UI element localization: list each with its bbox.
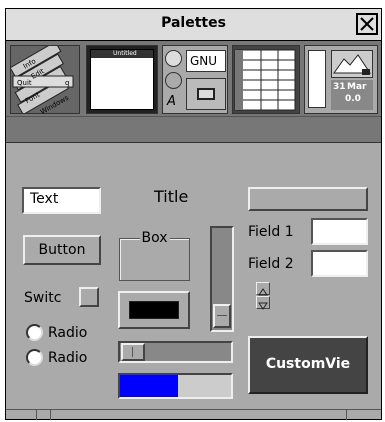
- palettes-window: Palettes Info Edit Quit q Font Windows U…: [5, 8, 382, 420]
- controls-palette-icon[interactable]: GNU A: [162, 45, 228, 114]
- date-value: 0.0: [345, 94, 361, 104]
- horizontal-slider-knob[interactable]: [121, 343, 145, 361]
- font-preview-icon: A: [167, 94, 176, 109]
- custom-view[interactable]: CustomVie: [248, 336, 368, 394]
- radio-button-1[interactable]: [26, 324, 43, 341]
- misc-palette-icon[interactable]: 31 Mar 0.0: [304, 45, 378, 114]
- progress-fill: [120, 375, 178, 397]
- radio-preview-icon: [165, 50, 182, 67]
- vertical-slider[interactable]: [210, 226, 234, 332]
- radio-preview-icon-2: [165, 72, 182, 89]
- stepper[interactable]: [256, 282, 270, 310]
- switch-label: Switc: [24, 290, 62, 306]
- table-icon: [234, 49, 296, 111]
- window-preview-title: Untitled: [113, 50, 137, 57]
- slider-knob[interactable]: [213, 304, 231, 328]
- box-title: Box: [139, 230, 170, 246]
- window-preview: Untitled: [90, 49, 154, 110]
- chevron-down-icon: [258, 302, 268, 310]
- button[interactable]: Button: [23, 235, 101, 265]
- radio-button-2[interactable]: [26, 349, 43, 366]
- field2-label: Field 2: [248, 256, 294, 272]
- gnu-field-preview: GNU: [186, 50, 226, 72]
- close-icon: [360, 17, 374, 31]
- switch-checkbox[interactable]: [79, 287, 99, 307]
- menu-item-quit: Quit: [17, 79, 32, 87]
- close-button[interactable]: [356, 13, 378, 35]
- date-month: Mar: [347, 82, 367, 92]
- stepper-up-button[interactable]: [256, 282, 270, 296]
- palette-divider-strip: [6, 117, 381, 143]
- field2-input[interactable]: [311, 250, 368, 277]
- controls-palette: Text Title Button Box Field 1 Field 2 Sw…: [6, 144, 381, 409]
- palette-toolbar: Info Edit Quit q Font Windows Untitled G…: [6, 41, 381, 117]
- color-well-preview: [186, 78, 226, 110]
- color-well[interactable]: [118, 291, 190, 329]
- blank-button[interactable]: [248, 187, 368, 211]
- progress-indicator: [118, 373, 233, 399]
- box: Box: [119, 230, 190, 281]
- window-palette-icon[interactable]: Untitled: [86, 45, 158, 114]
- window-title: Palettes: [161, 15, 226, 31]
- field1-input[interactable]: [311, 218, 368, 245]
- image-preview-icon: [331, 50, 373, 78]
- radio1-label: Radio: [48, 325, 88, 341]
- text-field[interactable]: Text: [22, 187, 101, 214]
- date-day: 31: [333, 82, 346, 92]
- radio2-label: Radio: [48, 350, 88, 366]
- stepper-down-button[interactable]: [256, 296, 270, 310]
- bottom-bar: [6, 409, 381, 420]
- field1-label: Field 1: [248, 224, 294, 240]
- menu-item-quit-key: q: [65, 79, 70, 87]
- color-swatch: [129, 301, 179, 319]
- title-bar[interactable]: Palettes: [6, 9, 381, 41]
- date-preview: 31 Mar 0.0: [331, 80, 373, 110]
- menu-palette-icon[interactable]: Info Edit Quit q Font Windows: [9, 41, 80, 116]
- custom-view-label: CustomVie: [265, 356, 351, 372]
- table-palette-icon[interactable]: [232, 45, 300, 114]
- horizontal-slider[interactable]: [118, 341, 233, 363]
- scroll-preview: [308, 50, 326, 108]
- title-label: Title: [154, 187, 189, 206]
